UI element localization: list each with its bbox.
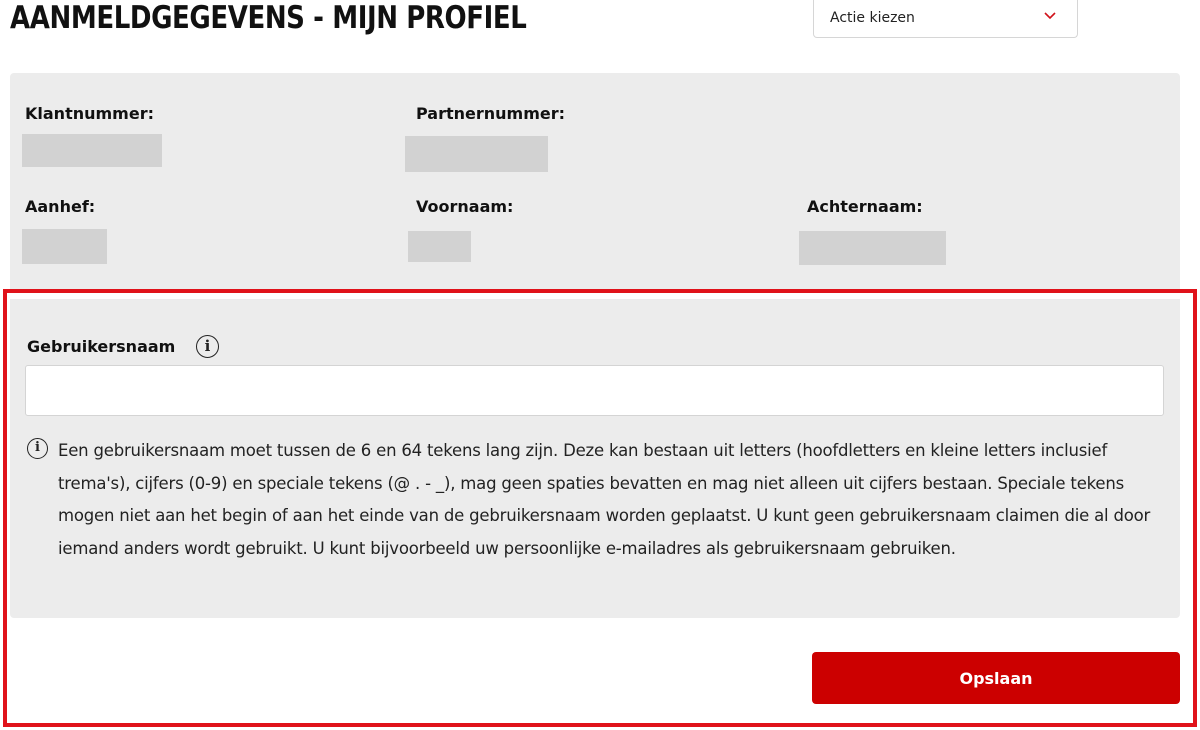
customer-number-label: Klantnummer: [25,104,154,123]
customer-number-value-masked [22,134,162,167]
page-title: AANMELDGEGEVENS - MIJN PROFIEL [10,0,527,36]
last-name-label: Achternaam: [807,197,923,216]
highlight-frame [3,289,1197,727]
salutation-label: Aanhef: [25,197,96,216]
last-name-value-masked [799,231,946,265]
action-select-label: Actie kiezen [830,10,915,26]
partner-number-value-masked [405,136,548,172]
partner-number-label: Partnernummer: [416,104,566,123]
chevron-down-icon [1044,12,1056,20]
first-name-value-masked [408,231,471,262]
action-select-dropdown[interactable]: Actie kiezen [813,0,1078,38]
first-name-label: Voornaam: [416,197,514,216]
salutation-value-masked [22,229,107,264]
